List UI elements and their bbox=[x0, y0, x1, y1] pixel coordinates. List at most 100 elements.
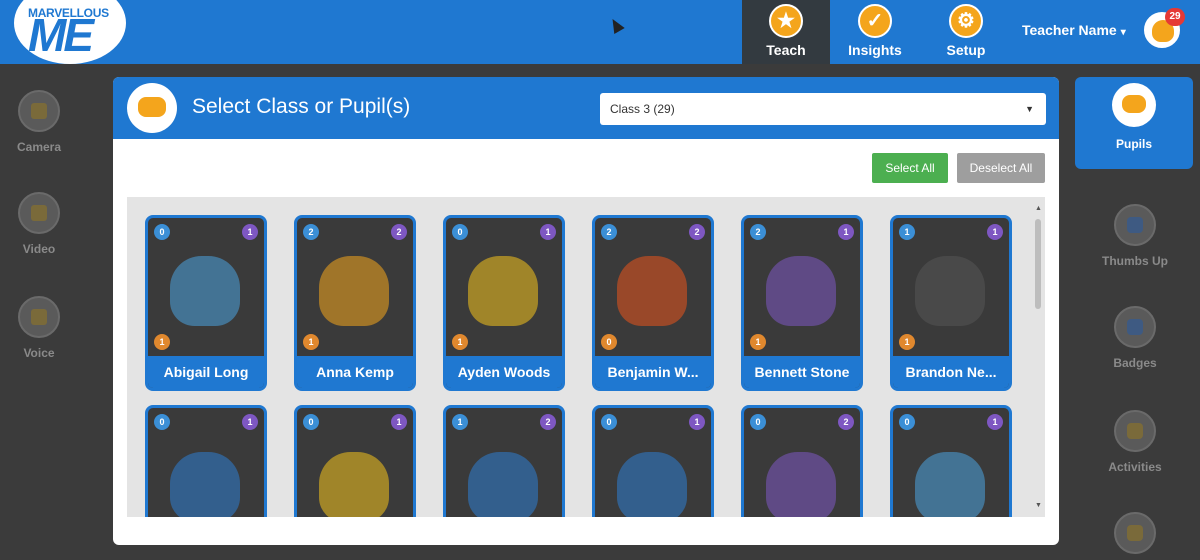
badges-count: 1 bbox=[689, 414, 705, 430]
points-badge: 0 bbox=[154, 414, 170, 430]
monster-avatar-icon bbox=[319, 452, 389, 517]
teacher-name: Teacher Name bbox=[1022, 22, 1117, 38]
camera-tool[interactable]: Camera bbox=[0, 90, 78, 154]
points-badge: 0 bbox=[303, 414, 319, 430]
monster-avatar-icon bbox=[915, 256, 985, 326]
thumbs-up-label: Thumbs Up bbox=[1102, 254, 1168, 268]
pupils-tab[interactable]: Pupils bbox=[1075, 77, 1193, 169]
app-window: MARVELLOUS ME ★ Teach ✓ Insights ⚙ Setup… bbox=[0, 0, 1200, 560]
scroll-thumb[interactable] bbox=[1035, 219, 1041, 309]
select-panel: Select Class or Pupil(s) Class 3 (29) ▼ … bbox=[113, 77, 1059, 545]
points-badge: 1 bbox=[452, 414, 468, 430]
activities-count: 1 bbox=[303, 334, 319, 350]
chevron-down-icon: ▼ bbox=[1025, 104, 1034, 114]
class-select[interactable]: Class 3 (29) ▼ bbox=[600, 93, 1046, 125]
teacher-menu[interactable]: Teacher Name ▾ bbox=[1022, 22, 1126, 38]
pupils-icon bbox=[1112, 83, 1156, 127]
select-all-button[interactable]: Select All bbox=[872, 153, 948, 183]
nav-setup-label: Setup bbox=[946, 42, 986, 58]
points-badge: 0 bbox=[452, 224, 468, 240]
badges-tool[interactable]: Badges bbox=[1090, 306, 1180, 370]
voice-tool[interactable]: Voice bbox=[0, 296, 78, 360]
pupil-card[interactable]: 12 bbox=[443, 405, 565, 517]
chevron-down-icon: ▾ bbox=[1120, 27, 1126, 38]
video-tool[interactable]: Video bbox=[0, 192, 78, 256]
pupil-card[interactable]: 01 bbox=[890, 405, 1012, 517]
activities-count: 1 bbox=[750, 334, 766, 350]
activities-label: Activities bbox=[1108, 460, 1162, 474]
points-badge: 2 bbox=[303, 224, 319, 240]
nav-teach[interactable]: ★ Teach bbox=[742, 0, 830, 64]
class-select-value: Class 3 (29) bbox=[610, 102, 675, 116]
points-badge: 0 bbox=[601, 414, 617, 430]
logo-main-text: ME bbox=[28, 9, 94, 61]
pupil-grid: 0 1 1 Abigail Long 2 2 1 Anna Kemp 0 1 1 Ayden Wood… bbox=[127, 197, 1045, 517]
panel-header: Select Class or Pupil(s) Class 3 (29) ▼ bbox=[113, 77, 1059, 139]
monster-avatar-icon bbox=[468, 256, 538, 326]
badges-count: 1 bbox=[242, 414, 258, 430]
monster-avatar-icon bbox=[170, 452, 240, 517]
activities-icon bbox=[1114, 410, 1156, 452]
pupil-card[interactable]: 2 1 1 Bennett Stone bbox=[741, 215, 863, 391]
monster-avatar-icon bbox=[766, 256, 836, 326]
monster-avatar-icon bbox=[617, 256, 687, 326]
monster-avatar-icon bbox=[170, 256, 240, 326]
pupil-card[interactable]: 01 bbox=[294, 405, 416, 517]
scroll-up-icon[interactable]: ▲ bbox=[1035, 205, 1042, 212]
video-icon bbox=[18, 192, 60, 234]
nav-insights[interactable]: ✓ Insights bbox=[831, 0, 919, 64]
pupil-card[interactable]: 02 bbox=[741, 405, 863, 517]
nav-insights-label: Insights bbox=[848, 42, 902, 58]
points-badge: 2 bbox=[750, 224, 766, 240]
scrollbar[interactable]: ▲ ▼ bbox=[1033, 205, 1043, 509]
badges-count: 2 bbox=[391, 224, 407, 240]
badges-count: 1 bbox=[391, 414, 407, 430]
mouse-cursor-icon bbox=[607, 15, 625, 35]
nav-setup[interactable]: ⚙ Setup bbox=[922, 0, 1010, 64]
speech-bubble-icon bbox=[1114, 512, 1156, 554]
deselect-all-button[interactable]: Deselect All bbox=[957, 153, 1045, 183]
thumbs-up-tool[interactable]: Thumbs Up bbox=[1090, 204, 1180, 268]
badges-count: 1 bbox=[838, 224, 854, 240]
pupil-card[interactable]: 1 1 1 Brandon Ne... bbox=[890, 215, 1012, 391]
pupil-card[interactable]: 2 2 1 Anna Kemp bbox=[294, 215, 416, 391]
pupil-name: Ayden Woods bbox=[446, 356, 562, 388]
more-tool[interactable] bbox=[1090, 512, 1180, 554]
monster-avatar-icon bbox=[468, 452, 538, 517]
activities-count: 1 bbox=[452, 334, 468, 350]
badges-label: Badges bbox=[1113, 356, 1157, 370]
badge-icon bbox=[1114, 306, 1156, 348]
pupil-name: Abigail Long bbox=[148, 356, 264, 388]
points-badge: 0 bbox=[154, 224, 170, 240]
camera-icon bbox=[18, 90, 60, 132]
video-label: Video bbox=[22, 242, 56, 256]
activities-tool[interactable]: Activities bbox=[1090, 410, 1180, 474]
badges-count: 1 bbox=[242, 224, 258, 240]
activities-count: 1 bbox=[899, 334, 915, 350]
activities-count: 1 bbox=[154, 334, 170, 350]
badges-count: 1 bbox=[987, 224, 1003, 240]
monster-avatar-icon bbox=[766, 452, 836, 517]
pupil-name: Anna Kemp bbox=[297, 356, 413, 388]
badges-count: 2 bbox=[689, 224, 705, 240]
pupil-card[interactable]: 01 bbox=[592, 405, 714, 517]
pupil-card[interactable]: 01 bbox=[145, 405, 267, 517]
monsters-icon bbox=[127, 83, 177, 133]
checkmark-icon: ✓ bbox=[858, 4, 892, 38]
points-badge: 0 bbox=[750, 414, 766, 430]
scroll-down-icon[interactable]: ▼ bbox=[1035, 502, 1042, 509]
activities-count: 0 bbox=[601, 334, 617, 350]
monster-avatar-icon bbox=[319, 256, 389, 326]
top-bar: MARVELLOUS ME ★ Teach ✓ Insights ⚙ Setup… bbox=[0, 0, 1200, 64]
pupil-name: Brandon Ne... bbox=[893, 356, 1009, 388]
pupil-card[interactable]: 2 2 0 Benjamin W... bbox=[592, 215, 714, 391]
monster-avatar-icon bbox=[617, 452, 687, 517]
pupil-name: Benjamin W... bbox=[595, 356, 711, 388]
pupil-card[interactable]: 0 1 1 Ayden Woods bbox=[443, 215, 565, 391]
notification-badge[interactable]: 29 bbox=[1165, 8, 1185, 26]
badges-count: 2 bbox=[540, 414, 556, 430]
camera-label: Camera bbox=[16, 140, 62, 154]
marvellous-me-logo[interactable]: MARVELLOUS ME bbox=[14, 0, 126, 64]
star-icon: ★ bbox=[769, 4, 803, 38]
pupil-card[interactable]: 0 1 1 Abigail Long bbox=[145, 215, 267, 391]
